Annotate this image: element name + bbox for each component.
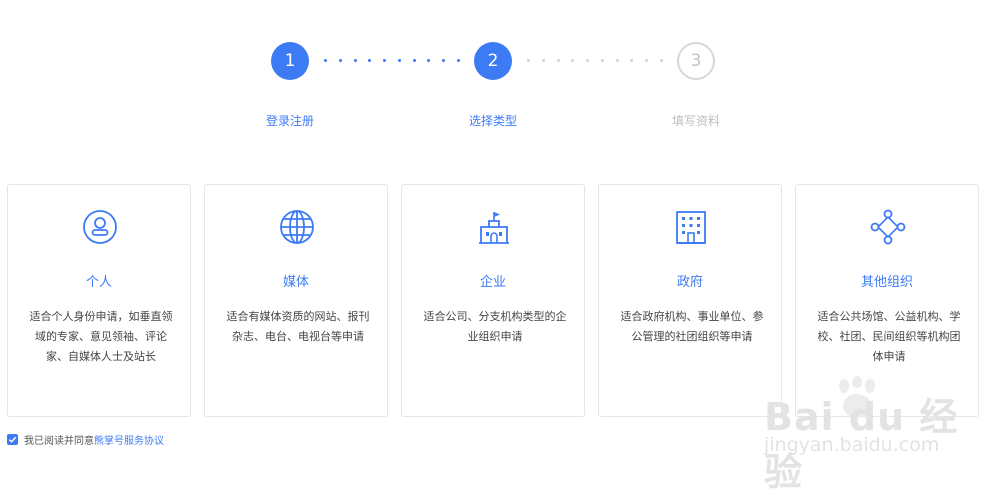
card-description: 适合公司、分支机构类型的企业组织申请 [423,310,567,343]
agreement-checkbox[interactable] [7,434,18,445]
user-icon [83,210,117,244]
type-card-government[interactable]: 政府 适合政府机构、事业单位、参公管理的社团组织等申请 [598,184,782,417]
card-title: 其他组织 [860,275,913,290]
agreement-row: 我已阅读并同意 熊掌号服务协议 [7,432,164,447]
step-3-number: 3 [690,51,702,71]
watermark-url: jingyan.baidu.com [764,434,940,456]
card-description: 适合有媒体资质的网站、报刊杂志、电台、电视台等申请 [226,310,370,343]
office-building-icon [676,211,706,244]
service-agreement-link[interactable]: 熊掌号服务协议 [94,432,164,447]
card-title: 企业 [479,275,506,290]
progress-stepper: 1 2 3 登录注册 选择类型 填写资料 [0,0,1000,140]
step-3-circle: 3 [677,42,715,80]
network-nodes-icon [870,209,906,245]
step-2-number: 2 [487,51,499,71]
building-flag-icon [479,212,509,244]
step-1-circle: 1 [271,42,309,80]
step-2-circle: 2 [474,42,512,80]
card-title: 政府 [676,275,703,290]
card-description: 适合政府机构、事业单位、参公管理的社团组织等申请 [620,310,764,343]
step-3-label: 填写资料 [671,114,720,128]
step-connector-2 [527,57,663,63]
card-title: 媒体 [282,275,309,290]
baidu-jingyan-watermark: Bai du 经验 jingyan.baidu.com [760,376,990,494]
type-card-enterprise[interactable]: 企业 适合公司、分支机构类型的企业组织申请 [401,184,585,417]
card-description: 适合公共场馆、公益机构、学校、社团、民间组织等机构团体申请 [817,310,961,363]
step-1-number: 1 [284,51,296,71]
check-icon [8,436,17,443]
globe-icon [280,210,314,244]
type-card-personal[interactable]: 个人 适合个人身份申请，如垂直领域的专家、意见领袖、评论家、自媒体人士及站长 [7,184,191,417]
type-card-media[interactable]: 媒体 适合有媒体资质的网站、报刊杂志、电台、电视台等申请 [204,184,388,417]
step-1-label: 登录注册 [265,114,314,128]
card-title: 个人 [85,275,112,290]
card-description: 适合个人身份申请，如垂直领域的专家、意见领袖、评论家、自媒体人士及站长 [29,310,173,363]
step-connector-1 [324,57,460,63]
agreement-text: 我已阅读并同意 [24,436,94,447]
step-2-label: 选择类型 [468,114,517,128]
